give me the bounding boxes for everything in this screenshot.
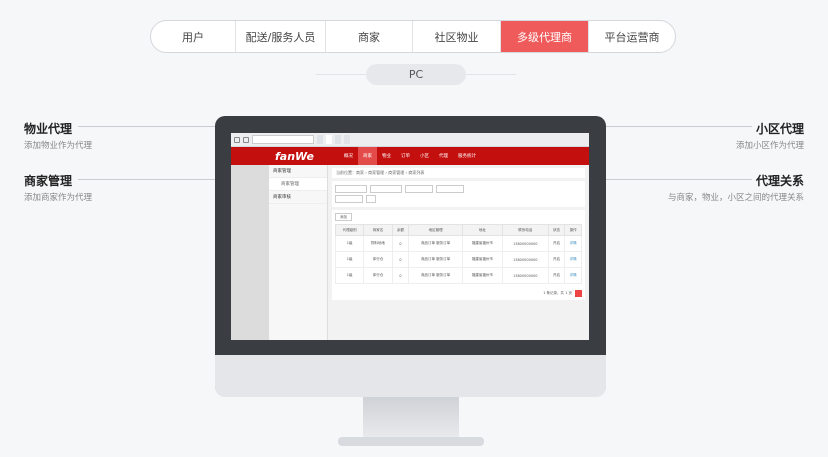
connector-line: [78, 179, 228, 180]
filter-panel: [332, 181, 585, 207]
phone-input[interactable]: [370, 185, 402, 193]
table-cell: 13800000000: [501, 267, 549, 284]
table-cell: 0: [391, 235, 410, 252]
table-cell: 福建省福州市: [461, 251, 503, 268]
add-button[interactable]: 添加: [335, 213, 352, 221]
callout-agent-relation-desc: 与商家，物业，小区之间的代理关系: [667, 193, 804, 203]
table-cell: 13800000000: [501, 235, 549, 252]
table-cell: 1级: [334, 251, 365, 268]
table-cell: 福建省福州市: [461, 235, 503, 252]
app-logo: fanWe: [275, 149, 314, 163]
browser-bar: [231, 133, 589, 147]
nav-item[interactable]: 物业: [377, 147, 396, 165]
tab-0[interactable]: 用户: [151, 21, 236, 52]
table-cell: 13800000000: [501, 251, 549, 268]
column-header: 代理级别: [334, 224, 365, 236]
role-tabs: 用户 配送/服务人员 商家 社区物业 多级代理商 平台运营商: [150, 20, 676, 53]
merchant-table: 代理级别 商家名 余额 地区管理 地址 联系电话 状态 操作 1级 物料地地 0 商品订单 服务订单…: [334, 224, 582, 284]
platform-pill[interactable]: PC: [366, 64, 466, 85]
table-cell: 0: [391, 251, 410, 268]
sidebar: 商家管理 商家管理 商家审核: [269, 165, 328, 340]
browser-tab[interactable]: [344, 135, 350, 144]
app-nav: fanWe 概况 商家 物业 订单 小区 代理 服务统计: [231, 147, 589, 165]
table-cell: 1级: [334, 267, 365, 284]
nav-item[interactable]: 小区: [415, 147, 434, 165]
tab-4[interactable]: 多级代理商: [501, 21, 589, 52]
tab-3[interactable]: 社区物业: [413, 21, 501, 52]
pager-text: 1 条记录，共 1 页: [543, 291, 572, 295]
column-header: 商家名: [363, 224, 393, 236]
nav-item[interactable]: 订单: [396, 147, 415, 165]
nav-items: 概况 商家 物业 订单 小区 代理 服务统计: [339, 147, 481, 165]
breadcrumb: 当前位置：商家 › 商家管理 › 商家管理 › 商家列表: [332, 168, 585, 178]
status-select[interactable]: [405, 185, 433, 193]
detail-link[interactable]: 详情: [564, 235, 582, 252]
search-button[interactable]: [366, 195, 376, 203]
detail-link[interactable]: 详情: [564, 267, 582, 284]
table-cell: 福建省福州市: [461, 267, 503, 284]
tab-5[interactable]: 平台运营商: [589, 21, 675, 52]
tab-2[interactable]: 商家: [326, 21, 413, 52]
table-cell: 体行仓: [363, 251, 393, 268]
forward-icon[interactable]: [243, 136, 249, 143]
monitor-chin: [215, 355, 606, 397]
column-header: 操作: [564, 224, 582, 236]
table-row: 1级 物料地地 0 商品订单 服务订单 福建省福州市 13800000000 开启 详情: [334, 235, 582, 252]
main-content: 当前位置：商家 › 商家管理 › 商家管理 › 商家列表 添加 代理级别 商家名余…: [328, 165, 589, 340]
category-select[interactable]: [436, 185, 464, 193]
callout-agent-relation-title: 代理关系: [755, 174, 804, 188]
monitor-screen: fanWe 概况 商家 物业 订单 小区 代理 服务统计 商家管理 商家管理 商家审核 当前…: [231, 133, 589, 340]
nav-item[interactable]: 代理: [434, 147, 453, 165]
table-row: 1级 体行仓 0 商品订单 服务订单 福建省福州市 13800000000 开启 详情: [334, 267, 582, 284]
column-header: 地区管理: [408, 224, 463, 236]
table-cell: 商品订单 服务订单: [408, 235, 463, 252]
table-cell: 商品订单 服务订单: [408, 251, 463, 268]
column-header: 状态: [547, 224, 566, 236]
monitor-base: [338, 437, 484, 446]
callout-property-agent-title: 物业代理: [24, 122, 73, 136]
sidebar-item-merchant[interactable]: 商家管理: [269, 165, 327, 178]
browser-tab[interactable]: [326, 135, 332, 144]
nav-item[interactable]: 商家: [358, 147, 377, 165]
callout-property-agent-desc: 添加物业作为代理: [24, 141, 93, 151]
connector-line: [78, 126, 220, 127]
browser-tab[interactable]: [317, 135, 323, 144]
region-select[interactable]: [335, 195, 363, 203]
sidebar-subitem-merchant[interactable]: 商家管理: [269, 178, 327, 191]
callout-community-agent-desc: 添加小区作为代理: [735, 141, 804, 151]
detail-link[interactable]: 详情: [564, 251, 582, 268]
table-cell: 1级: [334, 235, 365, 252]
nav-item[interactable]: 概况: [339, 147, 358, 165]
page-button[interactable]: [575, 290, 582, 297]
merchant-name-input[interactable]: [335, 185, 367, 193]
callout-merchant-mgmt-title: 商家管理: [24, 174, 73, 188]
table-cell: 体行仓: [363, 267, 393, 284]
table-panel: 添加 代理级别 商家名 余额 地区管理 地址 联系电话 状态 操作 1级 物料地地 0 商品订单 服…: [332, 210, 585, 300]
nav-item[interactable]: 服务统计: [453, 147, 481, 165]
browser-tab[interactable]: [335, 135, 341, 144]
sidebar-item-review[interactable]: 商家审核: [269, 191, 327, 204]
monitor-stand: [363, 397, 459, 439]
column-header: 联系电话: [501, 224, 549, 236]
table-cell: 物料地地: [363, 235, 393, 252]
pagination: 1 条记录，共 1 页: [335, 290, 582, 297]
page-gutter: [231, 165, 269, 340]
address-bar[interactable]: [252, 135, 314, 144]
tab-1[interactable]: 配送/服务人员: [236, 21, 326, 52]
column-header: 余额: [391, 224, 410, 236]
table-cell: 开启: [547, 251, 566, 268]
table-cell: 0: [391, 267, 410, 284]
table-cell: 商品订单 服务订单: [408, 267, 463, 284]
table-cell: 开启: [547, 235, 566, 252]
column-header: 地址: [461, 224, 503, 236]
table-row: 1级 体行仓 0 商品订单 服务订单 福建省福州市 13800000000 开启 详情: [334, 251, 582, 268]
callout-community-agent-title: 小区代理: [755, 122, 804, 136]
table-cell: 开启: [547, 267, 566, 284]
back-icon[interactable]: [234, 136, 240, 143]
callout-merchant-mgmt-desc: 添加商家作为代理: [24, 193, 93, 203]
